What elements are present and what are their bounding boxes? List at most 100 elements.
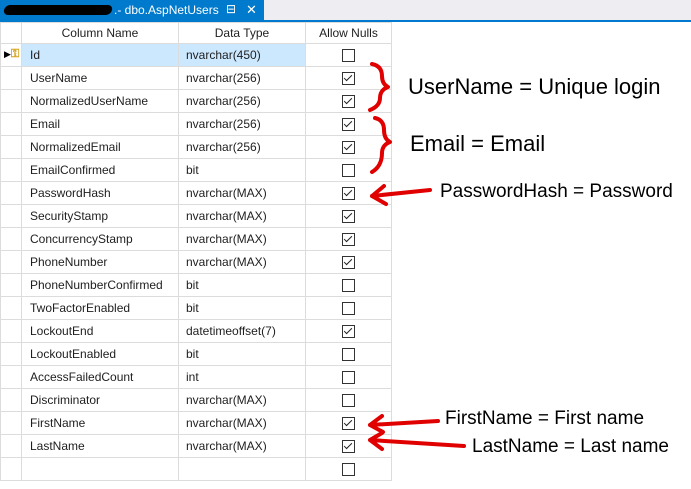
allow-nulls-checkbox[interactable]	[342, 49, 355, 63]
table-row[interactable]: SecurityStamp nvarchar(MAX)	[0, 204, 392, 228]
allow-nulls-checkbox[interactable]	[342, 440, 355, 454]
table-row[interactable]: FirstName nvarchar(MAX)	[0, 411, 392, 435]
column-name-cell[interactable]: Discriminator	[21, 388, 179, 412]
data-type-cell[interactable]: nvarchar(256)	[178, 89, 306, 113]
column-name-cell[interactable]: AccessFailedCount	[21, 365, 179, 389]
row-selector[interactable]	[0, 227, 22, 251]
row-selector[interactable]	[0, 89, 22, 113]
data-type-cell[interactable]: nvarchar(MAX)	[178, 388, 306, 412]
allow-nulls-checkbox[interactable]	[342, 233, 355, 247]
data-type-cell[interactable]: nvarchar(MAX)	[178, 411, 306, 435]
table-row[interactable]: TwoFactorEnabled bit	[0, 296, 392, 320]
data-type-cell[interactable]: bit	[178, 273, 306, 297]
row-selector[interactable]	[0, 273, 22, 297]
data-type-cell[interactable]: bit	[178, 158, 306, 182]
data-type-cell[interactable]: nvarchar(MAX)	[178, 204, 306, 228]
data-type-cell[interactable]: datetimeoffset(7)	[178, 319, 306, 343]
allow-nulls-checkbox[interactable]	[342, 187, 355, 201]
table-row[interactable]: ConcurrencyStamp nvarchar(MAX)	[0, 227, 392, 251]
data-type-cell[interactable]: nvarchar(MAX)	[178, 250, 306, 274]
table-row[interactable]: LockoutEnd datetimeoffset(7)	[0, 319, 392, 343]
row-selector[interactable]	[0, 388, 22, 412]
allow-nulls-checkbox[interactable]	[342, 210, 355, 224]
column-name-cell[interactable]: LockoutEnabled	[21, 342, 179, 366]
row-selector[interactable]	[0, 112, 22, 136]
table-row[interactable]	[0, 457, 392, 481]
column-name-cell[interactable]: Email	[21, 112, 179, 136]
data-type-cell[interactable]: nvarchar(450)	[178, 43, 306, 67]
allow-nulls-checkbox[interactable]	[342, 164, 355, 178]
table-row[interactable]: LockoutEnabled bit	[0, 342, 392, 366]
table-row[interactable]: EmailConfirmed bit	[0, 158, 392, 182]
row-selector[interactable]	[0, 250, 22, 274]
table-row[interactable]: PasswordHash nvarchar(MAX)	[0, 181, 392, 205]
pin-icon[interactable]: ⊟	[226, 2, 236, 16]
table-row[interactable]: NormalizedUserName nvarchar(256)	[0, 89, 392, 113]
row-selector[interactable]	[0, 66, 22, 90]
data-type-cell[interactable]: nvarchar(256)	[178, 135, 306, 159]
allow-nulls-checkbox[interactable]	[342, 279, 355, 293]
data-type-cell[interactable]: nvarchar(MAX)	[178, 181, 306, 205]
close-icon[interactable]: ✕	[246, 2, 257, 18]
row-selector[interactable]	[0, 204, 22, 228]
data-type-cell[interactable]	[178, 457, 306, 481]
allow-nulls-checkbox[interactable]	[342, 256, 355, 270]
allow-nulls-checkbox[interactable]	[342, 118, 355, 132]
allow-nulls-checkbox[interactable]	[342, 95, 355, 109]
column-name-cell[interactable]: PhoneNumber	[21, 250, 179, 274]
row-selector[interactable]	[0, 434, 22, 458]
column-name-cell[interactable]: LastName	[21, 434, 179, 458]
allow-nulls-header[interactable]: Allow Nulls	[305, 22, 392, 44]
column-name-cell[interactable]: Id	[21, 43, 179, 67]
allow-nulls-checkbox[interactable]	[342, 348, 355, 362]
allow-nulls-checkbox[interactable]	[342, 302, 355, 316]
table-row[interactable]: Discriminator nvarchar(MAX)	[0, 388, 392, 412]
table-row[interactable]: UserName nvarchar(256)	[0, 66, 392, 90]
row-selector[interactable]	[0, 342, 22, 366]
data-type-cell[interactable]: nvarchar(256)	[178, 66, 306, 90]
table-row[interactable]: AccessFailedCount int	[0, 365, 392, 389]
data-type-header[interactable]: Data Type	[178, 22, 306, 44]
row-selector[interactable]	[0, 296, 22, 320]
row-selector[interactable]	[0, 181, 22, 205]
column-name-cell[interactable]: FirstName	[21, 411, 179, 435]
allow-nulls-checkbox[interactable]	[342, 371, 355, 385]
row-selector[interactable]	[0, 158, 22, 182]
table-row[interactable]: NormalizedEmail nvarchar(256)	[0, 135, 392, 159]
column-name-cell[interactable]: ConcurrencyStamp	[21, 227, 179, 251]
column-name-cell[interactable]: PasswordHash	[21, 181, 179, 205]
row-selector[interactable]	[0, 319, 22, 343]
data-type-cell[interactable]: bit	[178, 296, 306, 320]
allow-nulls-checkbox[interactable]	[342, 72, 355, 86]
column-name-cell[interactable]: NormalizedUserName	[21, 89, 179, 113]
column-name-header[interactable]: Column Name	[21, 22, 179, 44]
document-tab[interactable]: .- dbo.AspNetUsers ⊟ ✕	[0, 0, 264, 20]
table-row[interactable]: LastName nvarchar(MAX)	[0, 434, 392, 458]
column-name-cell[interactable]	[21, 457, 179, 481]
column-name-cell[interactable]: LockoutEnd	[21, 319, 179, 343]
table-row[interactable]: PhoneNumber nvarchar(MAX)	[0, 250, 392, 274]
allow-nulls-checkbox[interactable]	[342, 417, 355, 431]
column-name-cell[interactable]: NormalizedEmail	[21, 135, 179, 159]
allow-nulls-checkbox[interactable]	[342, 394, 355, 408]
column-name-cell[interactable]: EmailConfirmed	[21, 158, 179, 182]
data-type-cell[interactable]: nvarchar(MAX)	[178, 227, 306, 251]
column-name-cell[interactable]: UserName	[21, 66, 179, 90]
data-type-cell[interactable]: bit	[178, 342, 306, 366]
table-row[interactable]: ▶⚿ Id nvarchar(450)	[0, 43, 392, 67]
column-name-cell[interactable]: PhoneNumberConfirmed	[21, 273, 179, 297]
data-type-cell[interactable]: nvarchar(256)	[178, 112, 306, 136]
row-selector[interactable]: ▶⚿	[0, 43, 22, 67]
row-selector[interactable]	[0, 411, 22, 435]
allow-nulls-checkbox[interactable]	[342, 463, 355, 477]
row-selector[interactable]	[0, 135, 22, 159]
data-type-cell[interactable]: nvarchar(MAX)	[178, 434, 306, 458]
column-name-cell[interactable]: SecurityStamp	[21, 204, 179, 228]
column-name-cell[interactable]: TwoFactorEnabled	[21, 296, 179, 320]
allow-nulls-checkbox[interactable]	[342, 325, 355, 339]
row-selector[interactable]	[0, 457, 22, 481]
table-row[interactable]: PhoneNumberConfirmed bit	[0, 273, 392, 297]
allow-nulls-checkbox[interactable]	[342, 141, 355, 155]
row-selector[interactable]	[0, 365, 22, 389]
table-row[interactable]: Email nvarchar(256)	[0, 112, 392, 136]
